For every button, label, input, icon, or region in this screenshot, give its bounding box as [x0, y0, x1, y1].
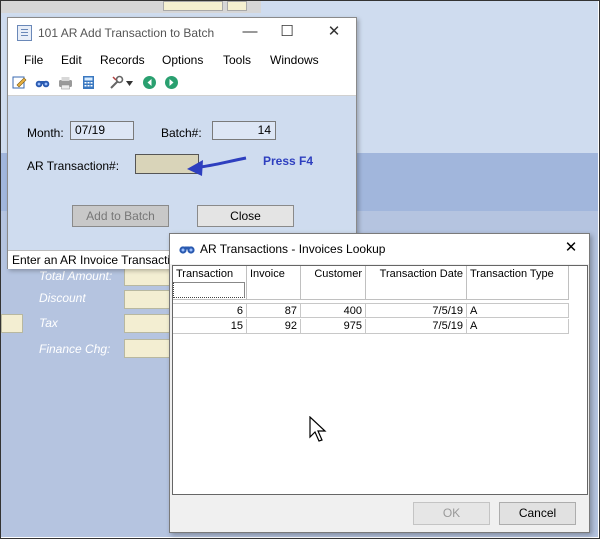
menu-edit[interactable]: Edit [61, 53, 82, 67]
menu-options[interactable]: Options [162, 53, 203, 67]
mouse-cursor-icon [309, 416, 327, 442]
month-label: Month: [27, 126, 64, 140]
close-icon[interactable]: ✕ [324, 22, 344, 42]
cell-transaction-date: 7/5/19 [366, 319, 467, 334]
finance-charge-label: Finance Chg: [39, 342, 111, 356]
cell-transaction-type: A [467, 319, 569, 334]
cancel-button[interactable]: Cancel [499, 502, 576, 525]
cell-transaction-type: A [467, 303, 569, 318]
menu-bar: File Edit Records Options Tools Windows [8, 48, 356, 70]
minimize-icon[interactable]: — [240, 22, 260, 42]
toolbar [8, 70, 356, 96]
binoculars-icon [179, 246, 195, 254]
app-icon [17, 25, 32, 41]
maximize-icon[interactable]: ☐ [277, 22, 297, 42]
binoculars-icon[interactable] [35, 75, 50, 90]
cell-invoice: 87 [247, 303, 301, 318]
transaction-filter-field[interactable] [173, 282, 245, 298]
menu-records[interactable]: Records [100, 53, 145, 67]
hint-arrow-icon [187, 156, 247, 176]
lookup-titlebar[interactable]: AR Transactions - Invoices Lookup ✕ [170, 234, 589, 264]
table-row[interactable]: 15 92 975 7/5/19 A [173, 319, 569, 334]
press-f4-hint: Press F4 [263, 154, 314, 168]
column-header-transaction-date[interactable]: Transaction Date [366, 266, 467, 299]
menu-tools[interactable]: Tools [223, 53, 251, 67]
cell-invoice: 92 [247, 319, 301, 334]
tools-icon[interactable] [109, 75, 124, 90]
print-icon[interactable] [58, 75, 73, 90]
column-header-transaction-type[interactable]: Transaction Type [467, 266, 569, 299]
table-row[interactable]: 6 87 400 7/5/19 A [173, 303, 569, 318]
discount-label: Discount [39, 291, 86, 305]
cell-customer: 400 [301, 303, 366, 318]
total-amount-label: Total Amount: [39, 269, 113, 283]
ar-transaction-label: AR Transaction#: [27, 159, 120, 173]
cell-customer: 975 [301, 319, 366, 334]
menu-file[interactable]: File [24, 53, 43, 67]
left-field[interactable] [1, 314, 23, 333]
add-to-batch-button[interactable]: Add to Batch [72, 205, 169, 227]
tax-label: Tax [39, 316, 58, 330]
header-divider [173, 299, 569, 300]
column-header-invoice[interactable]: Invoice [247, 266, 301, 299]
add-window-titlebar[interactable]: 101 AR Add Transaction to Batch — ☐ ✕ [8, 18, 356, 48]
menu-windows[interactable]: Windows [270, 53, 319, 67]
close-icon[interactable]: ✕ [561, 238, 581, 258]
forward-icon[interactable] [164, 75, 179, 90]
back-icon[interactable] [142, 75, 157, 90]
column-header-transaction[interactable]: Transaction [173, 266, 247, 299]
background-top-field[interactable] [163, 1, 223, 11]
cell-transaction: 15 [173, 319, 247, 334]
cell-transaction-date: 7/5/19 [366, 303, 467, 318]
add-transaction-window: 101 AR Add Transaction to Batch — ☐ ✕ Fi… [7, 17, 357, 269]
calculator-icon[interactable] [81, 75, 96, 90]
ok-button[interactable]: OK [413, 502, 490, 525]
column-header-customer[interactable]: Customer [301, 266, 366, 299]
edit-icon[interactable] [12, 75, 27, 90]
batch-label: Batch#: [161, 126, 202, 140]
close-button[interactable]: Close [197, 205, 294, 227]
grid-header: Transaction Invoice Customer Transaction… [173, 266, 569, 299]
invoices-lookup-window: AR Transactions - Invoices Lookup ✕ Tran… [169, 233, 590, 533]
lookup-grid: Transaction Invoice Customer Transaction… [172, 265, 588, 495]
tools-dropdown-icon[interactable] [126, 81, 133, 86]
background-top-field-button[interactable] [227, 1, 247, 11]
cell-transaction: 6 [173, 303, 247, 318]
lookup-title: AR Transactions - Invoices Lookup [200, 242, 386, 256]
batch-field[interactable]: 14 [212, 121, 276, 140]
add-window-title: 101 AR Add Transaction to Batch [38, 26, 215, 40]
month-field[interactable]: 07/19 [70, 121, 134, 140]
